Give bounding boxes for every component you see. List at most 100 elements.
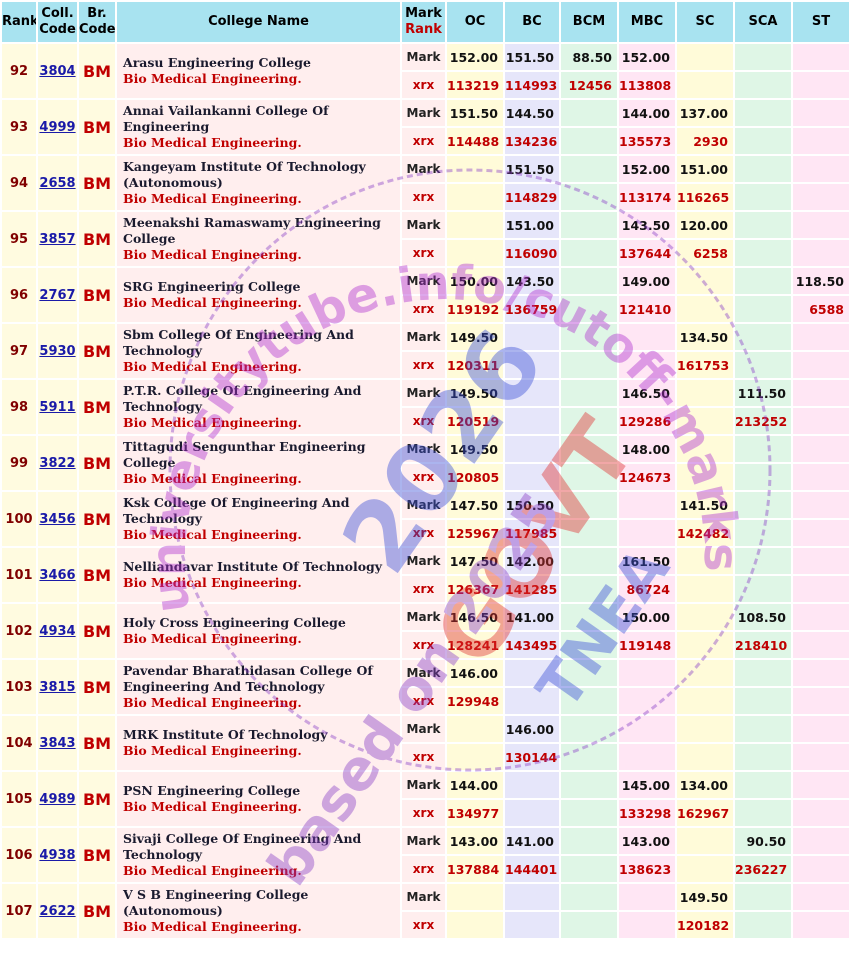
rank-oc: 114488: [447, 128, 503, 154]
mark-bcm: [561, 660, 617, 686]
mark-mbc: [619, 884, 675, 910]
college-code-cell: 3822: [38, 436, 77, 490]
college-code-link[interactable]: 5930: [39, 344, 75, 359]
rank-bcm: [561, 464, 617, 490]
college-code-cell: 3466: [38, 548, 77, 602]
college-code-link[interactable]: 2658: [39, 176, 75, 191]
rank-st: [793, 240, 849, 266]
college-code-link[interactable]: 4934: [39, 624, 75, 639]
rank-oc: 128241: [447, 632, 503, 658]
branch-name: Bio Medical Engineering.: [123, 359, 302, 374]
college-name: Pavendar Bharathidasan College Of Engine…: [123, 663, 373, 694]
college-name: P.T.R. College Of Engineering And Techno…: [123, 383, 362, 414]
header-br-code: Br. Code: [79, 2, 115, 42]
rank-bc: 114829: [505, 184, 559, 210]
college-rank: 101: [2, 548, 36, 602]
mark-oc: 147.50: [447, 548, 503, 574]
mark-st: [793, 156, 849, 182]
mark-bcm: [561, 772, 617, 798]
college-code-link[interactable]: 3843: [39, 736, 75, 751]
college-rank: 92: [2, 44, 36, 98]
college-code-link[interactable]: 2622: [39, 904, 75, 919]
mark-bc: 143.50: [505, 268, 559, 294]
mark-bc: 151.50: [505, 156, 559, 182]
college-code-link[interactable]: 3466: [39, 568, 75, 583]
table-row: 95 3857 BM Meenakshi Ramaswamy Engineering …: [2, 212, 849, 266]
mark-oc: 151.50: [447, 100, 503, 126]
rank-sc: 6258: [677, 240, 733, 266]
rank-oc: 126367: [447, 576, 503, 602]
college-code-link[interactable]: 3804: [39, 64, 75, 79]
rank-label: xrx: [402, 464, 445, 490]
college-code-link[interactable]: 4938: [39, 848, 75, 863]
rank-mbc: 124673: [619, 464, 675, 490]
college-code-link[interactable]: 3815: [39, 680, 75, 695]
college-code-cell: 5911: [38, 380, 77, 434]
mark-st: [793, 380, 849, 406]
college-code-cell: 5930: [38, 324, 77, 378]
mark-label: Mark: [402, 604, 445, 630]
branch-code: BM: [79, 828, 115, 882]
header-coll-code: Coll. Code: [38, 2, 77, 42]
rank-mbc: [619, 688, 675, 714]
college-code-link[interactable]: 3822: [39, 456, 75, 471]
rank-sc: 142482: [677, 520, 733, 546]
mark-bcm: [561, 380, 617, 406]
college-code-link[interactable]: 4989: [39, 792, 75, 807]
mark-mbc: 152.00: [619, 44, 675, 70]
branch-code: BM: [79, 380, 115, 434]
mark-mbc: 148.00: [619, 436, 675, 462]
table-row: 94 2658 BM Kangeyam Institute Of Technology…: [2, 156, 849, 210]
college-code-link[interactable]: 4999: [39, 120, 75, 135]
rank-bc: 130144: [505, 744, 559, 770]
mark-sca: [735, 324, 791, 350]
header-oc: OC: [447, 2, 503, 42]
branch-name: Bio Medical Engineering.: [123, 919, 302, 934]
rank-bcm: [561, 576, 617, 602]
college-rank: 95: [2, 212, 36, 266]
college-code-cell: 3815: [38, 660, 77, 714]
rank-mbc: [619, 912, 675, 938]
mark-label: Mark: [402, 828, 445, 854]
cutoff-table: Rank Coll. Code Br. Code College Name Ma…: [0, 0, 851, 940]
mark-bc: 141.00: [505, 604, 559, 630]
rank-bc: 144401: [505, 856, 559, 882]
mark-mbc: [619, 660, 675, 686]
college-code-link[interactable]: 3857: [39, 232, 75, 247]
table-row: 98 5911 BM P.T.R. College Of Engineering An…: [2, 380, 849, 434]
college-name-cell: PSN Engineering College Bio Medical Engin…: [117, 772, 400, 826]
rank-sc: 161753: [677, 352, 733, 378]
mark-bc: 142.00: [505, 548, 559, 574]
college-code-link[interactable]: 3456: [39, 512, 75, 527]
college-name-cell: Nelliandavar Institute Of Technology Bio …: [117, 548, 400, 602]
college-code-link[interactable]: 2767: [39, 288, 75, 303]
rank-label: xrx: [402, 296, 445, 322]
rank-bc: 136759: [505, 296, 559, 322]
mark-sc: [677, 660, 733, 686]
college-name-cell: MRK Institute Of Technology Bio Medical E…: [117, 716, 400, 770]
table-row: 97 5930 BM Sbm College Of Engineering And T…: [2, 324, 849, 378]
college-rank: 103: [2, 660, 36, 714]
mark-mbc: 149.00: [619, 268, 675, 294]
rank-mbc: [619, 744, 675, 770]
mark-st: [793, 716, 849, 742]
mark-bc: 150.50: [505, 492, 559, 518]
rank-st: [793, 632, 849, 658]
mark-bcm: [561, 884, 617, 910]
mark-st: [793, 772, 849, 798]
mark-bcm: [561, 604, 617, 630]
mark-sc: [677, 380, 733, 406]
table-body: 92 3804 BM Arasu Engineering College Bio Med…: [2, 44, 849, 938]
rank-label: xrx: [402, 688, 445, 714]
college-code-link[interactable]: 5911: [39, 400, 75, 415]
rank-oc: [447, 184, 503, 210]
table-row: 103 3815 BM Pavendar Bharathidasan College …: [2, 660, 849, 714]
header-row: Rank Coll. Code Br. Code College Name Ma…: [2, 2, 849, 42]
rank-bc: 117985: [505, 520, 559, 546]
college-name: Nelliandavar Institute Of Technology: [123, 559, 383, 574]
mark-st: [793, 44, 849, 70]
rank-label: xrx: [402, 72, 445, 98]
rank-bc: [505, 464, 559, 490]
college-code-cell: 3804: [38, 44, 77, 98]
rank-sca: [735, 184, 791, 210]
